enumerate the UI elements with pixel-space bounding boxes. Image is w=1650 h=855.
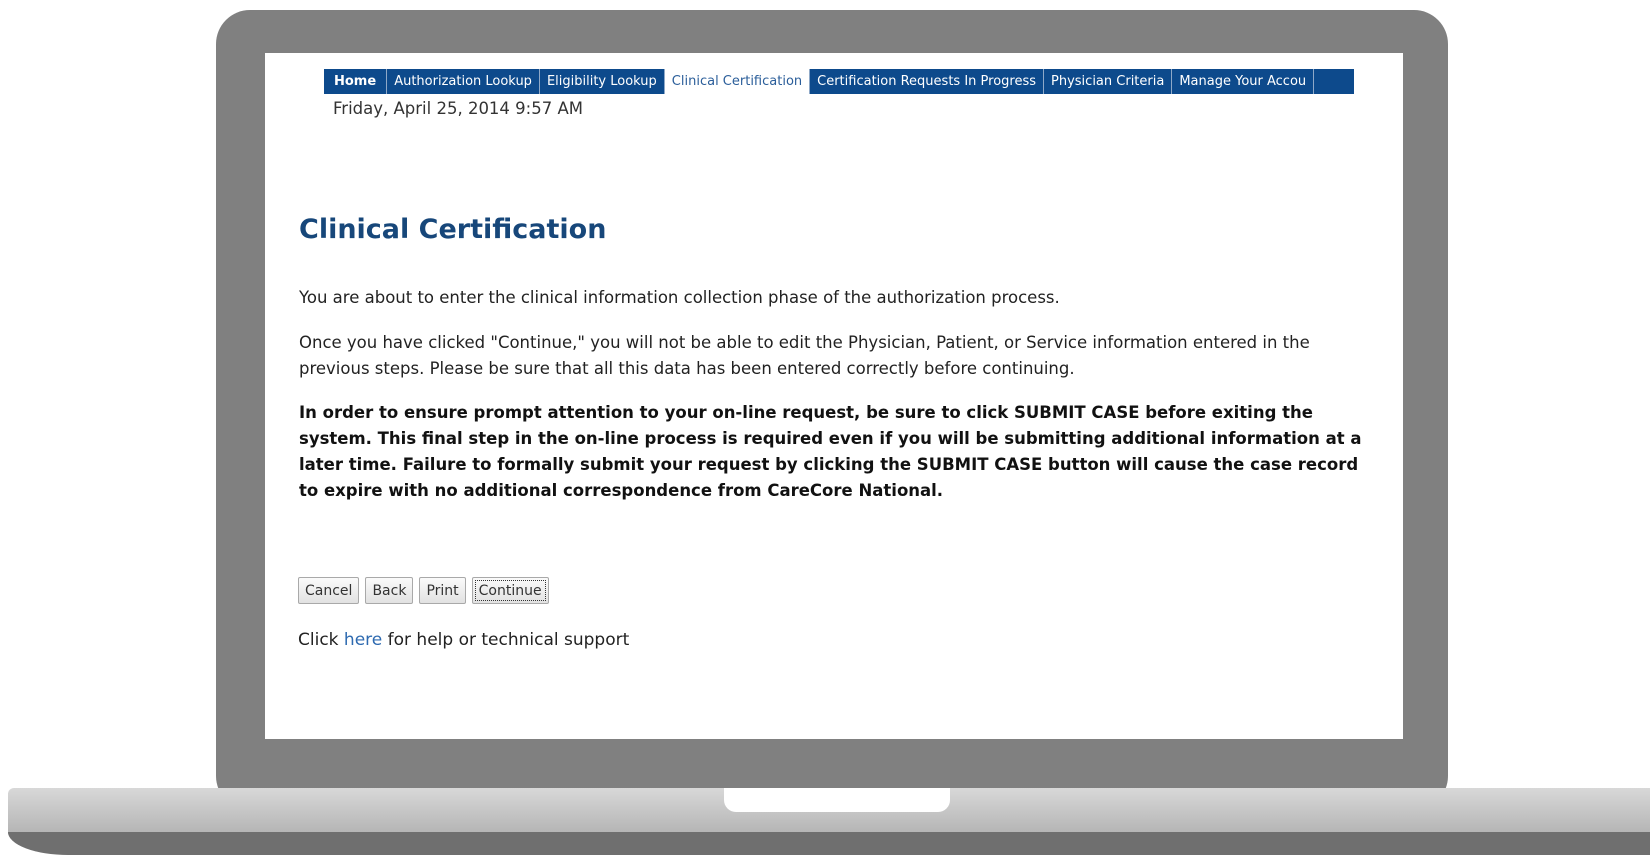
- laptop-base: [8, 788, 1650, 855]
- action-buttons: Cancel Back Print Continue: [298, 577, 549, 604]
- nav-clinical-certification[interactable]: Clinical Certification: [664, 69, 811, 94]
- nav-eligibility-lookup[interactable]: Eligibility Lookup: [540, 69, 665, 94]
- submit-notice-text: In order to ensure prompt attention to y…: [299, 403, 1362, 500]
- help-suffix: for help or technical support: [382, 630, 630, 650]
- current-date: Friday, April 25, 2014 9:57 AM: [333, 99, 583, 118]
- cancel-button[interactable]: Cancel: [298, 577, 360, 604]
- nav-physician-criteria[interactable]: Physician Criteria: [1044, 69, 1173, 94]
- laptop-base-bottom: [8, 832, 1650, 855]
- continue-button[interactable]: Continue: [471, 577, 549, 604]
- top-nav: Home Authorization Lookup Eligibility Lo…: [324, 69, 1354, 94]
- nav-home[interactable]: Home: [324, 69, 388, 94]
- warning-text: Once you have clicked "Continue," you wi…: [299, 333, 1310, 378]
- page-title: Clinical Certification: [299, 214, 607, 245]
- help-text: Click here for help or technical support: [298, 630, 629, 650]
- print-button[interactable]: Print: [419, 577, 466, 604]
- help-prefix: Click: [298, 630, 344, 650]
- laptop-notch: [724, 788, 950, 812]
- nav-certification-requests-in-progress[interactable]: Certification Requests In Progress: [810, 69, 1045, 94]
- nav-authorization-lookup[interactable]: Authorization Lookup: [387, 69, 540, 94]
- intro-text: You are about to enter the clinical info…: [299, 288, 1060, 307]
- help-link[interactable]: here: [344, 630, 382, 650]
- back-button[interactable]: Back: [365, 577, 414, 604]
- laptop-screen: Home Authorization Lookup Eligibility Lo…: [265, 53, 1403, 739]
- nav-manage-your-account[interactable]: Manage Your Accou: [1172, 69, 1315, 94]
